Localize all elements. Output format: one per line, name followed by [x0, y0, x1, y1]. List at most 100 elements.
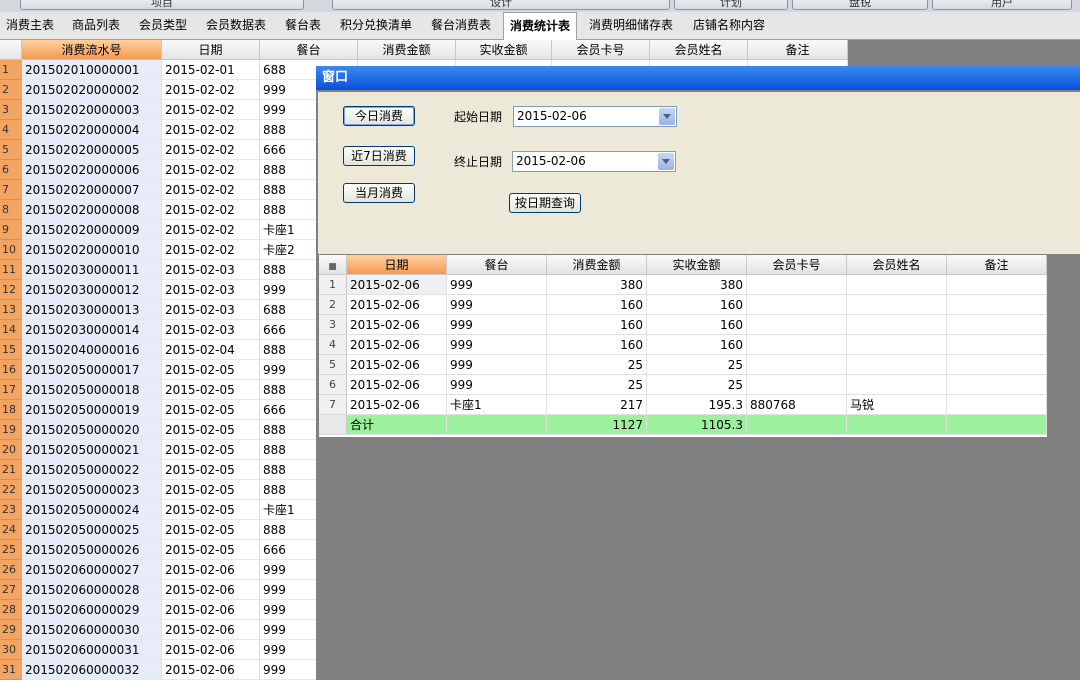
cell-date[interactable]: 2015-02-05 [162, 420, 260, 440]
row-header[interactable]: 10 [0, 240, 22, 260]
result-row-header[interactable]: 7 [319, 395, 347, 415]
query-by-date-button[interactable]: 按日期查询 [509, 193, 581, 213]
tab-consume-detail-storage[interactable]: 消费明细储存表 [583, 12, 679, 39]
this-month-button[interactable]: 当月消费 [343, 183, 415, 203]
result-header-date[interactable]: 日期 [347, 255, 447, 275]
column-header-amount[interactable]: 消费金额 [358, 40, 456, 60]
row-header[interactable]: 12 [0, 280, 22, 300]
row-header[interactable]: 16 [0, 360, 22, 380]
result-cell-note[interactable] [947, 315, 1047, 335]
tab-table-list[interactable]: 餐台表 [279, 12, 327, 39]
result-cell-date[interactable]: 2015-02-06 [347, 295, 447, 315]
cell-date[interactable]: 2015-02-05 [162, 460, 260, 480]
start-date-picker[interactable]: 2015-02-06 [513, 106, 677, 127]
window-title[interactable]: 窗口 [316, 66, 1080, 90]
row-header[interactable]: 13 [0, 300, 22, 320]
row-header[interactable]: 20 [0, 440, 22, 460]
tab-consume-main[interactable]: 消费主表 [0, 12, 60, 39]
cell-date[interactable]: 2015-02-05 [162, 480, 260, 500]
cell-serial[interactable]: 201502020000003 [22, 100, 162, 120]
result-cell-card[interactable] [747, 275, 847, 295]
result-row-header[interactable]: 4 [319, 335, 347, 355]
result-cell-note[interactable] [947, 375, 1047, 395]
result-cell-received[interactable]: 160 [647, 335, 747, 355]
cell-date[interactable]: 2015-02-04 [162, 340, 260, 360]
cell-date[interactable]: 2015-02-02 [162, 120, 260, 140]
result-cell-received[interactable]: 160 [647, 315, 747, 335]
row-header[interactable]: 21 [0, 460, 22, 480]
result-cell-amount[interactable]: 380 [547, 275, 647, 295]
cell-serial[interactable]: 201502060000027 [22, 560, 162, 580]
row-header[interactable]: 19 [0, 420, 22, 440]
column-header-note[interactable]: 备注 [748, 40, 848, 60]
result-header-table[interactable]: 餐台 [447, 255, 547, 275]
start-date-dropdown-icon[interactable] [659, 108, 675, 125]
cell-serial[interactable]: 201502060000030 [22, 620, 162, 640]
result-cell-table[interactable]: 999 [447, 275, 547, 295]
ribbon-item-ruirui[interactable]: 盘锐 [792, 0, 928, 10]
cell-serial[interactable]: 201502050000023 [22, 480, 162, 500]
cell-serial[interactable]: 201502040000016 [22, 340, 162, 360]
result-header-received[interactable]: 实收金额 [647, 255, 747, 275]
result-cell-amount[interactable]: 160 [547, 335, 647, 355]
ribbon-item-project[interactable]: 项目 [20, 0, 304, 10]
cell-date[interactable]: 2015-02-02 [162, 240, 260, 260]
result-cell-card[interactable] [747, 295, 847, 315]
tab-product-list[interactable]: 商品列表 [66, 12, 126, 39]
cell-serial[interactable]: 201502030000014 [22, 320, 162, 340]
result-grid[interactable]: ■ 日期 餐台 消费金额 实收金额 会员卡号 会员姓名 备注 1 2015-02-… [319, 255, 1047, 437]
row-header[interactable]: 6 [0, 160, 22, 180]
result-row-header[interactable]: 2 [319, 295, 347, 315]
cell-serial[interactable]: 201502050000019 [22, 400, 162, 420]
cell-serial[interactable]: 201502020000010 [22, 240, 162, 260]
cell-date[interactable]: 2015-02-05 [162, 400, 260, 420]
cell-serial[interactable]: 201502030000013 [22, 300, 162, 320]
result-cell-amount[interactable]: 217 [547, 395, 647, 415]
row-header[interactable]: 24 [0, 520, 22, 540]
row-header[interactable]: 8 [0, 200, 22, 220]
result-cell-table[interactable]: 999 [447, 315, 547, 335]
row-header[interactable]: 14 [0, 320, 22, 340]
cell-serial[interactable]: 201502020000005 [22, 140, 162, 160]
result-cell-received[interactable]: 25 [647, 375, 747, 395]
cell-date[interactable]: 2015-02-05 [162, 380, 260, 400]
result-cell-table[interactable]: 999 [447, 335, 547, 355]
tab-consume-stats[interactable]: 消费统计表 [503, 12, 578, 40]
ribbon-item-design[interactable]: 设计 [332, 0, 670, 10]
grid-corner[interactable] [0, 40, 22, 60]
row-header[interactable]: 29 [0, 620, 22, 640]
result-cell-member-name[interactable]: 马锐 [847, 395, 947, 415]
column-header-table[interactable]: 餐台 [260, 40, 358, 60]
result-row-header[interactable]: 6 [319, 375, 347, 395]
result-cell-amount[interactable]: 25 [547, 355, 647, 375]
tab-member-type[interactable]: 会员类型 [133, 12, 193, 39]
end-date-dropdown-icon[interactable] [658, 153, 674, 170]
result-cell-member-name[interactable] [847, 275, 947, 295]
column-header-date[interactable]: 日期 [162, 40, 260, 60]
result-cell-amount[interactable]: 25 [547, 375, 647, 395]
cell-serial[interactable]: 201502030000012 [22, 280, 162, 300]
result-cell-date[interactable]: 2015-02-06 [347, 315, 447, 335]
cell-date[interactable]: 2015-02-06 [162, 640, 260, 660]
result-cell-received[interactable]: 380 [647, 275, 747, 295]
cell-serial[interactable]: 201502060000028 [22, 580, 162, 600]
result-cell-table[interactable]: 卡座1 [447, 395, 547, 415]
result-cell-note[interactable] [947, 295, 1047, 315]
cell-serial[interactable]: 201502060000031 [22, 640, 162, 660]
cell-serial[interactable]: 201502050000017 [22, 360, 162, 380]
cell-date[interactable]: 2015-02-02 [162, 220, 260, 240]
today-consume-button[interactable]: 今日消费 [343, 106, 415, 126]
cell-serial[interactable]: 201502050000022 [22, 460, 162, 480]
result-header-amount[interactable]: 消费金额 [547, 255, 647, 275]
row-header[interactable]: 11 [0, 260, 22, 280]
cell-date[interactable]: 2015-02-06 [162, 600, 260, 620]
cell-date[interactable]: 2015-02-05 [162, 500, 260, 520]
column-header-member-name[interactable]: 会员姓名 [650, 40, 748, 60]
result-cell-member-name[interactable] [847, 295, 947, 315]
cell-date[interactable]: 2015-02-06 [162, 560, 260, 580]
result-cell-table[interactable]: 999 [447, 295, 547, 315]
column-header-card[interactable]: 会员卡号 [552, 40, 650, 60]
cell-date[interactable]: 2015-02-05 [162, 440, 260, 460]
cell-serial[interactable]: 201502020000009 [22, 220, 162, 240]
row-header[interactable]: 17 [0, 380, 22, 400]
